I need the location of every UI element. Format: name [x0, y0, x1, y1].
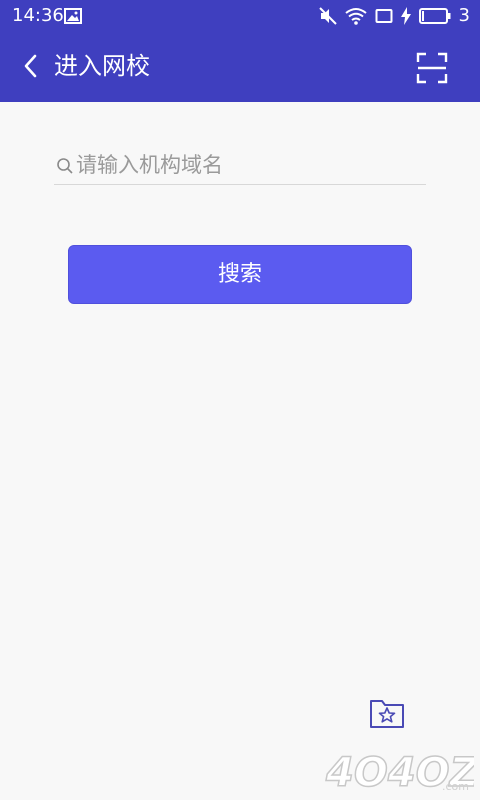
- gallery-icon: [64, 8, 82, 24]
- status-time: 14:36: [12, 5, 64, 26]
- screen-icon: [375, 9, 393, 23]
- battery-icon: [418, 8, 451, 24]
- app-bar: 进入网校: [0, 32, 480, 102]
- status-icons: 3: [318, 5, 470, 27]
- star-folder-icon[interactable]: [368, 696, 406, 730]
- scan-icon[interactable]: [416, 52, 448, 84]
- page-title: 进入网校: [54, 52, 150, 80]
- mute-icon: [318, 7, 337, 25]
- watermark-logo: 4O4OZ .com: [324, 749, 474, 796]
- search-field[interactable]: [54, 148, 426, 185]
- watermark-suffix: .com: [442, 780, 469, 793]
- wifi-icon: [344, 8, 367, 25]
- search-button[interactable]: 搜索: [68, 245, 412, 304]
- back-arrow-icon[interactable]: [18, 52, 46, 80]
- charging-icon: [400, 7, 411, 25]
- search-icon: [57, 158, 73, 174]
- battery-level: 3: [458, 5, 470, 26]
- search-input[interactable]: [76, 150, 421, 180]
- status-bar: 14:36 3: [0, 0, 480, 32]
